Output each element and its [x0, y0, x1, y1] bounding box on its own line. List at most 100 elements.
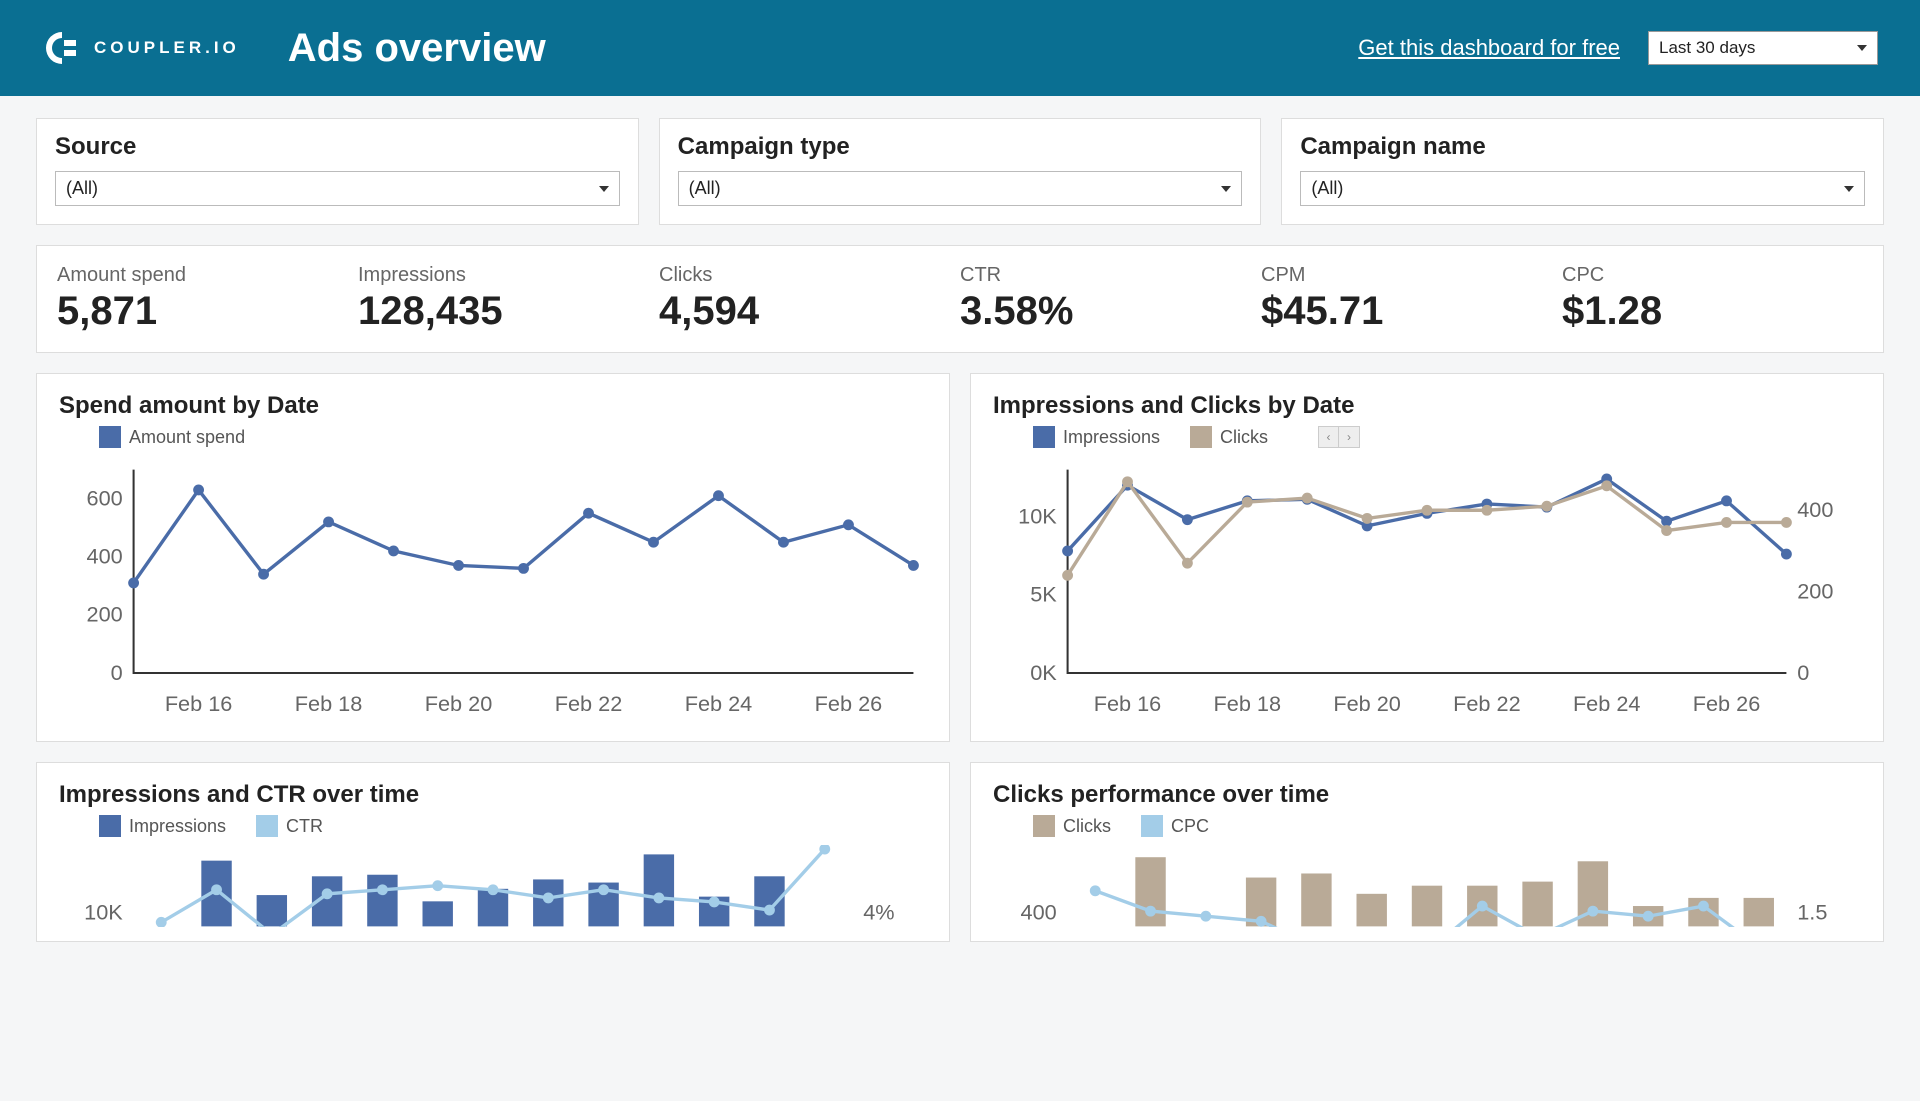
filter-value: (All) — [66, 178, 98, 199]
impressions-ctr-chart-svg: 10K 4% — [59, 845, 927, 926]
legend-item: Impressions — [1033, 426, 1160, 448]
chart-legend: Amount spend — [99, 426, 927, 448]
svg-text:10K: 10K — [84, 900, 123, 925]
chevron-down-icon — [1221, 186, 1231, 192]
filter-campaign-name: Campaign name (All) — [1281, 118, 1884, 225]
metric-ctr: CTR 3.58% — [960, 264, 1261, 334]
pager-prev-icon[interactable]: ‹ — [1319, 427, 1339, 447]
filter-label: Source — [55, 133, 620, 161]
filter-source: Source (All) — [36, 118, 639, 225]
legend-label: Amount spend — [129, 427, 245, 448]
coupler-logo-icon — [42, 28, 82, 68]
svg-text:Feb 22: Feb 22 — [1453, 691, 1521, 716]
filter-source-select[interactable]: (All) — [55, 171, 620, 206]
legend-label: CPC — [1171, 816, 1209, 837]
svg-text:200: 200 — [87, 602, 123, 627]
metric-label: CTR — [960, 264, 1261, 287]
metric-value: 5,871 — [57, 289, 358, 334]
chart-title: Spend amount by Date — [59, 392, 927, 420]
svg-text:Feb 26: Feb 26 — [815, 691, 883, 716]
svg-text:600: 600 — [87, 485, 123, 510]
metric-amount-spend: Amount spend 5,871 — [57, 264, 358, 334]
chart-title: Impressions and CTR over time — [59, 781, 927, 809]
svg-text:10K: 10K — [1018, 503, 1057, 528]
svg-text:Feb 24: Feb 24 — [1573, 691, 1641, 716]
chevron-down-icon — [599, 186, 609, 192]
app-header: COUPLER.IO Ads overview Get this dashboa… — [0, 0, 1920, 96]
brand-logo: COUPLER.IO — [42, 28, 240, 68]
metric-label: Amount spend — [57, 264, 358, 287]
legend-label: Impressions — [129, 816, 226, 837]
pager-next-icon[interactable]: › — [1339, 427, 1359, 447]
legend-swatch-icon — [1033, 426, 1055, 448]
filters-row: Source (All) Campaign type (All) Campaig… — [36, 118, 1884, 225]
svg-text:0: 0 — [1797, 660, 1809, 685]
legend-swatch-icon — [1141, 815, 1163, 837]
metric-value: $45.71 — [1261, 289, 1562, 334]
chart-clicks-performance: Clicks performance over time Clicks CPC … — [970, 762, 1884, 941]
legend-label: Clicks — [1063, 816, 1111, 837]
legend-label: Impressions — [1063, 427, 1160, 448]
legend-label: Clicks — [1220, 427, 1268, 448]
metric-value: 128,435 — [358, 289, 659, 334]
legend-label: CTR — [286, 816, 323, 837]
chart-impressions-clicks: Impressions and Clicks by Date Impressio… — [970, 373, 1884, 742]
chart-spend-by-date: Spend amount by Date Amount spend 0 200 40… — [36, 373, 950, 742]
svg-text:Feb 16: Feb 16 — [1094, 691, 1162, 716]
metric-label: CPC — [1562, 264, 1863, 287]
legend-pager: ‹ › — [1318, 426, 1360, 448]
date-range-value: Last 30 days — [1659, 38, 1755, 58]
svg-text:0: 0 — [111, 660, 123, 685]
svg-text:4%: 4% — [863, 900, 894, 925]
chart-legend: Clicks CPC — [1033, 815, 1861, 837]
spend-chart-svg: 0200400600Feb 16Feb 18Feb 20Feb 22Feb 24… — [59, 456, 927, 727]
metrics-summary: Amount spend 5,871 Impressions 128,435 C… — [36, 245, 1884, 353]
metric-cpm: CPM $45.71 — [1261, 264, 1562, 334]
filter-campaign-type-select[interactable]: (All) — [678, 171, 1243, 206]
svg-text:400: 400 — [1021, 900, 1057, 925]
legend-item: Clicks — [1033, 815, 1111, 837]
chart-legend: Impressions Clicks ‹ › — [1033, 426, 1861, 448]
legend-item: CTR — [256, 815, 323, 837]
legend-item: Clicks — [1190, 426, 1268, 448]
metric-value: $1.28 — [1562, 289, 1863, 334]
impressions-clicks-chart-svg: 0K 5K 10K 0 200 400 Feb 16 Feb 18 Feb 20 Feb 22 Fe… — [993, 456, 1861, 727]
svg-text:Feb 18: Feb 18 — [295, 691, 363, 716]
svg-text:Feb 26: Feb 26 — [1693, 691, 1761, 716]
filter-label: Campaign type — [678, 133, 1243, 161]
legend-swatch-icon — [99, 426, 121, 448]
legend-item: CPC — [1141, 815, 1209, 837]
date-range-filter[interactable]: Last 30 days — [1648, 31, 1878, 65]
metric-value: 3.58% — [960, 289, 1261, 334]
page-title: Ads overview — [288, 26, 546, 71]
chevron-down-icon — [1857, 45, 1867, 51]
svg-text:Feb 24: Feb 24 — [685, 691, 753, 716]
svg-text:Feb 18: Feb 18 — [1214, 691, 1282, 716]
legend-swatch-icon — [99, 815, 121, 837]
get-free-link[interactable]: Get this dashboard for free — [1358, 35, 1620, 61]
svg-text:400: 400 — [87, 544, 123, 569]
svg-text:400: 400 — [1797, 497, 1833, 522]
filter-campaign-type: Campaign type (All) — [659, 118, 1262, 225]
metric-clicks: Clicks 4,594 — [659, 264, 960, 334]
metric-cpc: CPC $1.28 — [1562, 264, 1863, 334]
svg-text:Feb 16: Feb 16 — [165, 691, 233, 716]
metric-value: 4,594 — [659, 289, 960, 334]
svg-text:0K: 0K — [1030, 660, 1057, 685]
metric-impressions: Impressions 128,435 — [358, 264, 659, 334]
chevron-down-icon — [1844, 186, 1854, 192]
svg-text:5K: 5K — [1030, 582, 1057, 607]
svg-text:200: 200 — [1797, 578, 1833, 603]
filter-campaign-name-select[interactable]: (All) — [1300, 171, 1865, 206]
metric-label: CPM — [1261, 264, 1562, 287]
chart-legend: Impressions CTR — [99, 815, 927, 837]
legend-swatch-icon — [1190, 426, 1212, 448]
legend-item: Amount spend — [99, 426, 245, 448]
chart-title: Impressions and Clicks by Date — [993, 392, 1861, 420]
legend-swatch-icon — [1033, 815, 1055, 837]
metric-label: Clicks — [659, 264, 960, 287]
clicks-perf-chart-svg: 4001.5 — [993, 845, 1861, 926]
legend-swatch-icon — [256, 815, 278, 837]
svg-text:Feb 20: Feb 20 — [1333, 691, 1401, 716]
filter-value: (All) — [1311, 178, 1343, 199]
